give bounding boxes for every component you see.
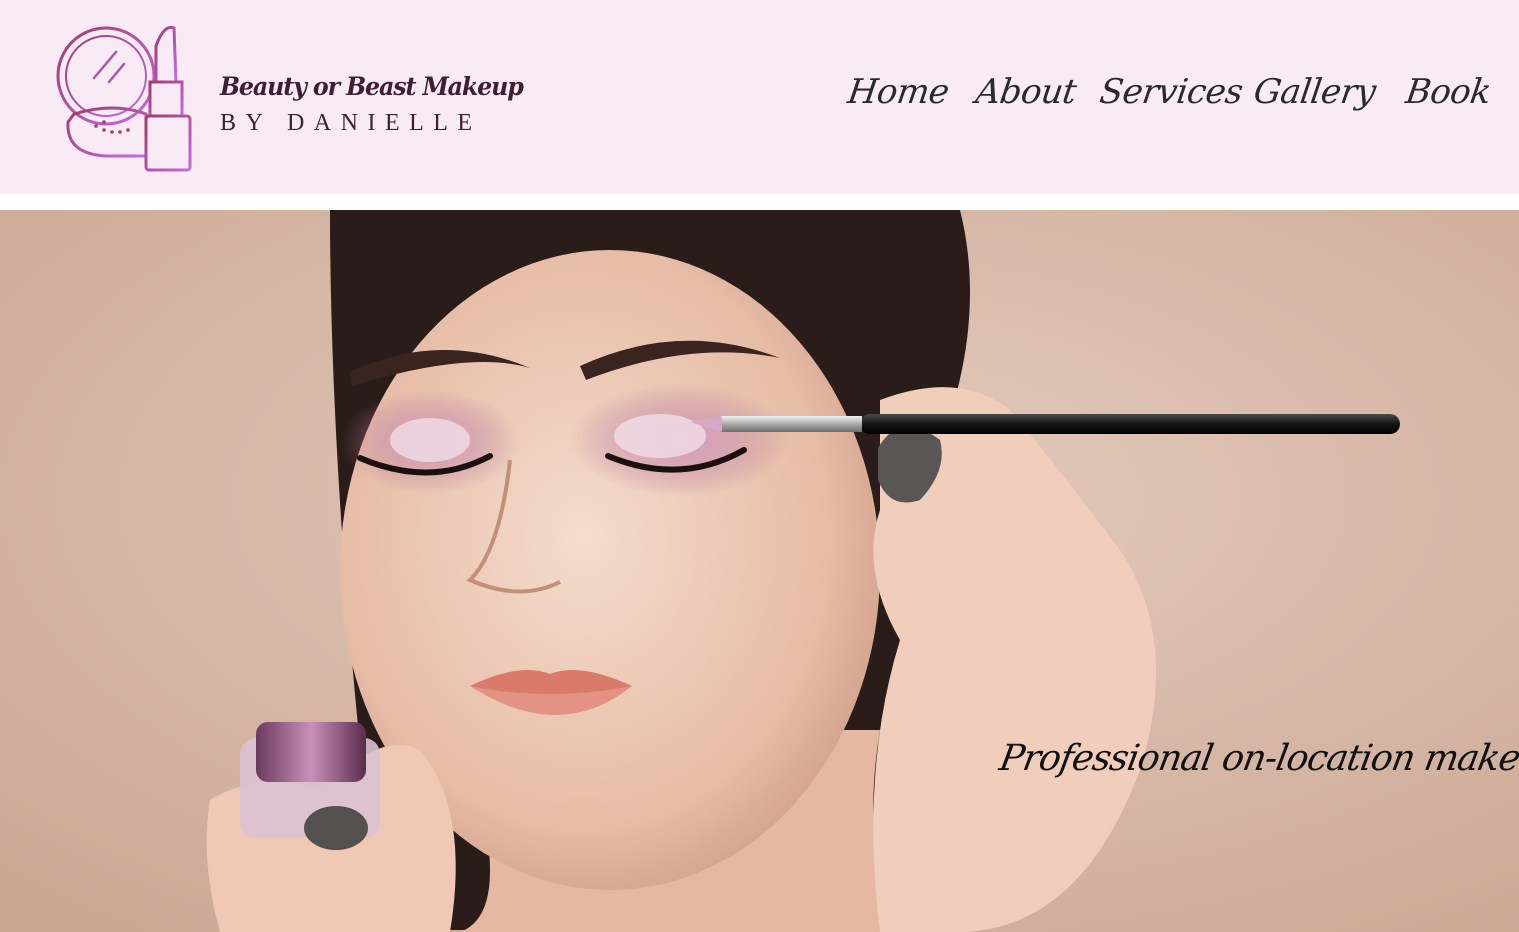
main-nav: Home About Services Gallery Book xyxy=(0,0,1519,194)
site-header: Beauty or Beast Makeup BY DANIELLE Home … xyxy=(0,0,1519,194)
nav-book-link[interactable]: Book xyxy=(1403,72,1493,112)
hero-banner: Professional on-location makeup xyxy=(0,210,1519,932)
hero-tagline: Professional on-location makeup xyxy=(996,738,1519,779)
nav-about-link[interactable]: About xyxy=(973,72,1078,112)
nav-gallery-link[interactable]: Gallery xyxy=(1251,72,1378,112)
nav-home-link[interactable]: Home xyxy=(845,72,951,112)
hero-image xyxy=(0,210,1519,932)
nav-services-link[interactable]: Services xyxy=(1097,72,1245,112)
